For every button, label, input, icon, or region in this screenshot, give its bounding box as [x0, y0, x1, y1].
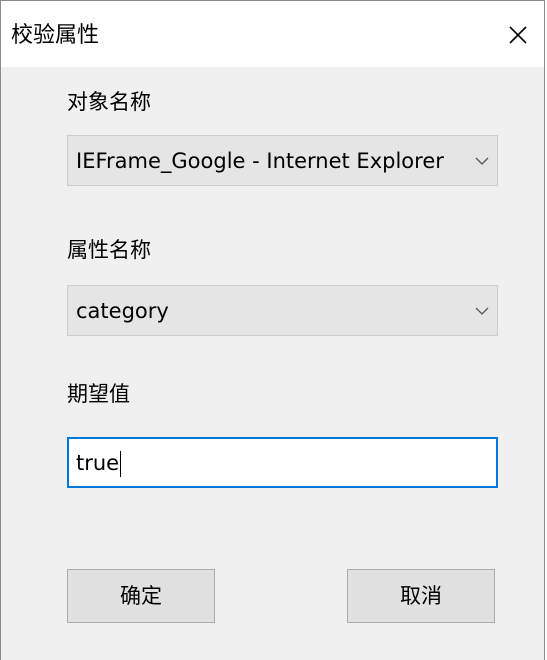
expected-value-input[interactable]: true — [67, 437, 498, 488]
text-caret — [120, 451, 122, 477]
expected-value-label: 期望值 — [67, 382, 130, 406]
close-button[interactable] — [498, 15, 538, 55]
expected-value-content: true — [76, 451, 120, 475]
object-name-label: 对象名称 — [67, 90, 151, 114]
chevron-down-icon — [475, 157, 489, 165]
property-name-label: 属性名称 — [67, 238, 151, 262]
property-name-value: category — [76, 299, 169, 323]
expected-value-text: true — [76, 449, 122, 477]
cancel-button[interactable]: 取消 — [347, 569, 495, 623]
dialog-window: 校验属性 对象名称 IEFrame_Google - Internet Expl… — [0, 0, 545, 660]
ok-button[interactable]: 确定 — [67, 569, 215, 623]
chevron-down-icon — [475, 307, 489, 315]
window-title: 校验属性 — [11, 23, 100, 48]
close-icon — [509, 26, 527, 44]
property-name-select[interactable]: category — [67, 285, 498, 336]
object-name-value: IEFrame_Google - Internet Explorer — [76, 149, 444, 173]
title-bar: 校验属性 — [1, 1, 544, 67]
object-name-select[interactable]: IEFrame_Google - Internet Explorer — [67, 135, 498, 186]
